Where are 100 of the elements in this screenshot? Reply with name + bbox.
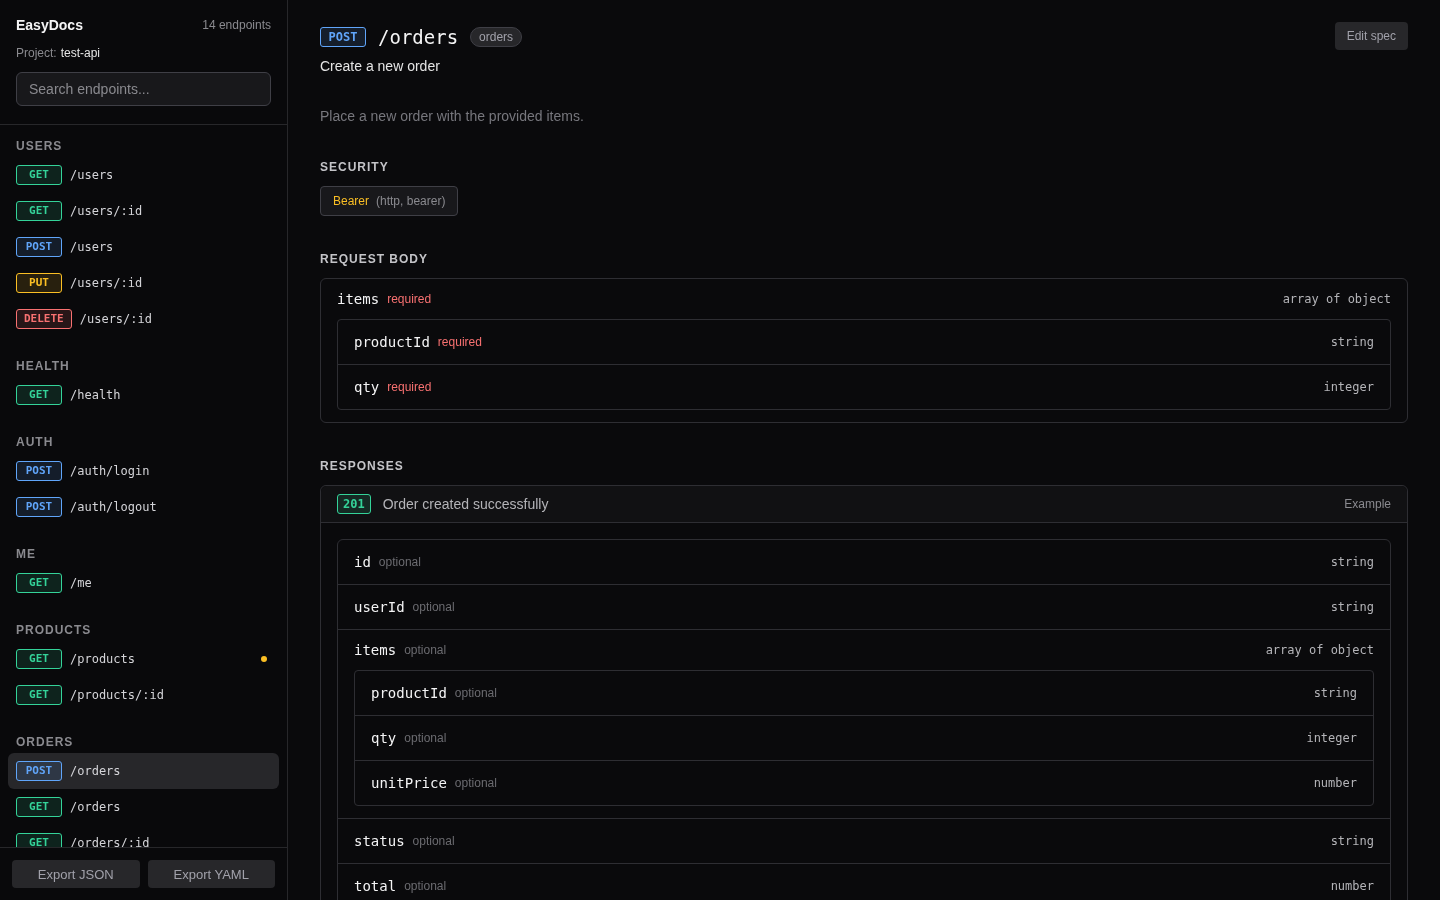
field-name: total (354, 878, 397, 894)
endpoint-path: /users/:id (70, 276, 143, 290)
response-description: Order created successfully (382, 496, 549, 512)
project-label: Project: (16, 46, 57, 60)
tag-chip: orders (470, 27, 523, 47)
requirement-label: optional (454, 686, 497, 700)
field-name: userId (354, 599, 405, 615)
method-badge: GET (16, 833, 62, 847)
scheme-name: Bearer (333, 194, 370, 208)
endpoint-path: /orders (70, 764, 121, 778)
endpoint-item[interactable]: POST /orders (8, 753, 279, 789)
endpoint-item[interactable]: POST /users (8, 229, 279, 265)
endpoint-item[interactable]: GET /products (8, 641, 279, 677)
method-badge: GET (16, 385, 62, 405)
requirement-label: optional (412, 834, 455, 848)
method-badge: GET (16, 685, 62, 705)
method-badge: GET (16, 797, 62, 817)
method-badge: PUT (16, 273, 62, 293)
field-name: productId (354, 334, 430, 350)
section-heading: SECURITY (320, 160, 390, 174)
endpoint-summary: Create a new order (320, 58, 441, 74)
endpoint-path: /me (70, 576, 92, 590)
requirement-label: required (387, 292, 432, 306)
field-type: integer (1306, 731, 1357, 745)
project-name: test-api (60, 46, 101, 60)
endpoint-description: Place a new order with the provided items. (320, 108, 585, 124)
requirement-label: optional (404, 879, 447, 893)
endpoint-path: /users/:id (79, 312, 152, 326)
field-name: id (354, 554, 371, 570)
scheme-detail: (http, bearer) (376, 194, 446, 208)
group-heading: HEALTH (15, 359, 71, 373)
endpoint-item[interactable]: GET /users (8, 157, 279, 193)
endpoint-path: /products/:id (70, 688, 164, 702)
group-heading: AUTH (15, 435, 55, 449)
method-badge: POST (16, 461, 62, 481)
group-heading: ORDERS (15, 735, 75, 749)
method-badge: GET (16, 573, 62, 593)
export-button[interactable]: Export YAML (147, 860, 275, 888)
field-name: items (354, 642, 397, 658)
field-name: qty (371, 730, 397, 746)
group-heading: ME (15, 547, 37, 561)
endpoint-path: /auth/login (70, 464, 150, 478)
requirement-label: optional (404, 731, 447, 745)
field-type: string (1313, 686, 1357, 700)
field-name: unitPrice (371, 775, 447, 791)
field-name: items (337, 291, 380, 307)
endpoint-title: /orders (378, 26, 459, 48)
requirement-label: optional (404, 643, 447, 657)
method-badge: DELETE (16, 309, 72, 329)
method-badge: GET (16, 649, 62, 669)
requirement-label: optional (378, 555, 421, 569)
search-field[interactable]: Search endpoints... (16, 72, 271, 106)
endpoint-item[interactable]: GET /orders (8, 789, 279, 825)
section-heading: REQUEST BODY (320, 252, 429, 266)
group-heading: USERS (15, 139, 64, 153)
method-badge: POST (16, 761, 62, 781)
endpoint-item[interactable]: GET /users/:id (8, 193, 279, 229)
field-type: array of object (1265, 643, 1374, 657)
endpoint-item[interactable]: POST /auth/login (8, 453, 279, 489)
endpoint-path: /auth/logout (70, 500, 157, 514)
requirement-label: optional (412, 600, 455, 614)
method-badge: POST (16, 237, 62, 257)
method-badge: GET (16, 201, 62, 221)
method-badge: GET (16, 165, 62, 185)
requirement-label: required (437, 335, 482, 349)
endpoint-item[interactable]: GET /health (8, 377, 279, 413)
method-badge: POST (320, 27, 366, 47)
method-badge: POST (16, 497, 62, 517)
endpoint-item[interactable]: POST /auth/logout (8, 489, 279, 525)
field-type: string (1330, 834, 1374, 848)
endpoint-item[interactable]: DELETE /users/:id (8, 301, 279, 337)
field-type: integer (1323, 380, 1374, 394)
endpoint-item[interactable]: GET /products/:id (8, 677, 279, 713)
example-link[interactable]: Example (1344, 497, 1391, 511)
endpoint-path: /products (70, 652, 136, 666)
export-button[interactable]: Export JSON (12, 860, 140, 888)
field-type: number (1330, 879, 1374, 893)
edit-spec-button[interactable]: Edit spec (1334, 22, 1408, 50)
requirement-label: required (387, 380, 432, 394)
endpoint-path: /users (70, 240, 114, 254)
field-type: number (1313, 776, 1357, 790)
field-type: array of object (1282, 292, 1391, 306)
app-title: EasyDocs (16, 17, 83, 33)
field-name: status (354, 833, 405, 849)
section-heading: RESPONSES (320, 459, 405, 473)
field-name: qty (354, 379, 380, 395)
endpoint-path: /health (70, 388, 121, 402)
endpoint-item[interactable]: GET /me (8, 565, 279, 601)
field-name: productId (371, 685, 447, 701)
endpoint-item[interactable]: PUT /users/:id (8, 265, 279, 301)
status-badge: 201 (337, 494, 371, 514)
endpoint-count: 14 endpoints (202, 18, 271, 32)
field-type: string (1330, 555, 1374, 569)
endpoint-path: /users (70, 168, 114, 182)
endpoint-path: /users/:id (70, 204, 143, 218)
endpoint-path: /orders (70, 800, 121, 814)
field-type: string (1330, 600, 1374, 614)
requirement-label: optional (454, 776, 497, 790)
group-heading: PRODUCTS (15, 623, 93, 637)
field-type: string (1330, 335, 1374, 349)
